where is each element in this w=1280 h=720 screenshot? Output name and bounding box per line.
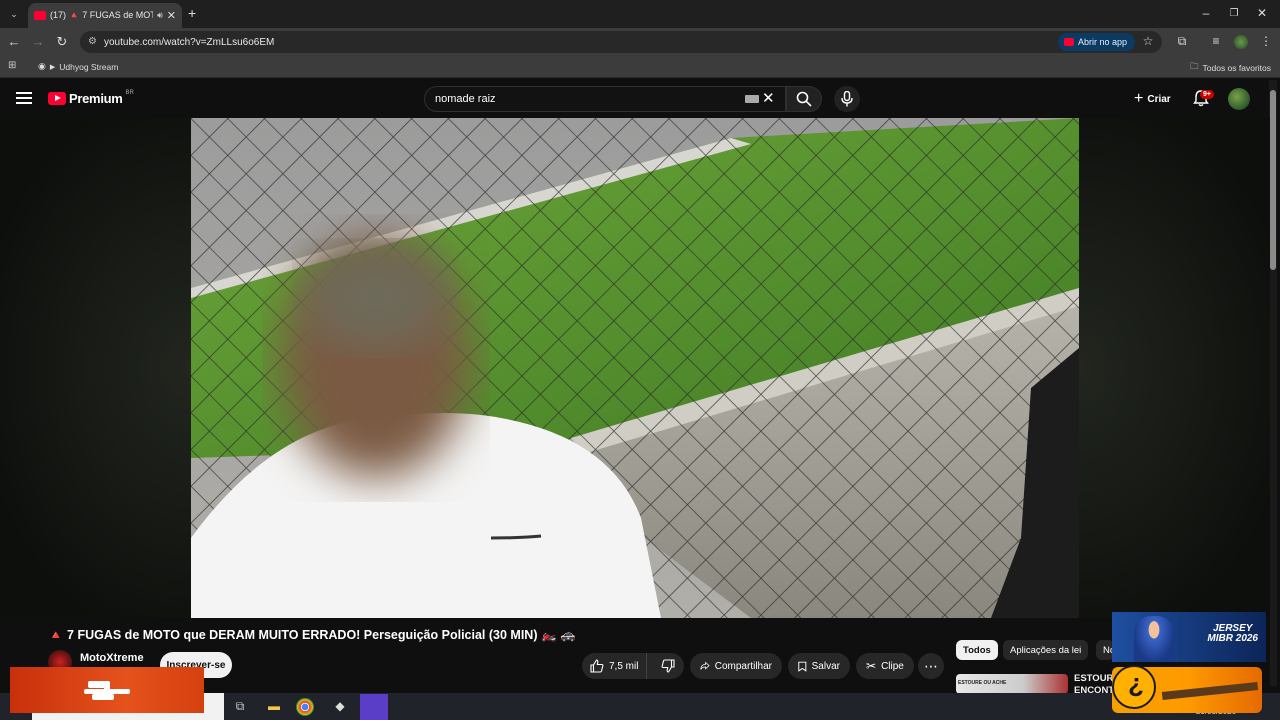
thumbnail-text: ESTOURE OU ACHE xyxy=(958,680,1007,686)
chip-aplicacoes-da-lei[interactable]: Aplicações da lei xyxy=(1003,640,1089,660)
back-icon[interactable]: ← xyxy=(6,34,22,49)
tab-search-icon[interactable]: ⌄ xyxy=(6,6,22,22)
all-bookmarks-label: Todos os favoritos xyxy=(1202,63,1272,73)
question-mark-icon xyxy=(1112,665,1156,709)
restore-button[interactable]: ❐ xyxy=(1224,8,1244,19)
save-label: Salvar xyxy=(811,660,840,672)
voice-search-button[interactable] xyxy=(834,86,860,112)
dislike-button[interactable] xyxy=(652,659,684,673)
bookmark-label: Udhyog Stream xyxy=(59,61,119,72)
bookmark-icon xyxy=(798,661,807,672)
media-control-icon[interactable]: ≡ xyxy=(1208,34,1224,48)
share-icon xyxy=(700,661,710,670)
audio-playing-icon[interactable]: 🔊︎ xyxy=(157,10,163,21)
overlay-logo-icon xyxy=(84,681,130,700)
bookmarks-bar xyxy=(0,56,1280,78)
plus-icon: + xyxy=(1134,90,1144,107)
page-scrollbar-thumb[interactable] xyxy=(1270,90,1276,270)
ad-text: JERSEY MIBR 2026 xyxy=(1207,624,1258,644)
like-count: 7,5 mil xyxy=(609,660,639,672)
ambient-glow-left xyxy=(0,118,191,618)
search-icon xyxy=(796,91,812,107)
search-input[interactable]: nomade raiz xyxy=(424,86,786,112)
more-dots-icon: ⋯ xyxy=(924,657,938,674)
country-code: BR xyxy=(125,89,134,96)
folder-icon: 🗀︎ xyxy=(1190,61,1199,71)
close-window-button[interactable]: ✕ xyxy=(1252,6,1272,20)
overlay-ad-banner[interactable]: JERSEY MIBR 2026 xyxy=(1112,612,1266,662)
site-info-icon[interactable]: ⚙︎ xyxy=(88,36,97,47)
address-bar[interactable]: ⚙︎ youtube.com/watch?v=ZmLLsu6o6EM xyxy=(80,31,1162,53)
ambient-glow-right xyxy=(1079,118,1270,618)
clear-search-icon[interactable]: ✕ xyxy=(762,89,775,107)
chrome-app-icon[interactable] xyxy=(296,698,314,716)
app-gem-icon[interactable]: ◆ xyxy=(330,696,350,716)
extensions-icon[interactable]: ⧉ xyxy=(1174,34,1190,49)
logo-text: Premium xyxy=(69,91,123,106)
tab-close-icon[interactable]: ✕ xyxy=(167,9,176,22)
keyboard-icon[interactable] xyxy=(745,95,759,103)
ad-line2: MIBR 2026 xyxy=(1207,633,1258,644)
url-text: youtube.com/watch?v=ZmLLsu6o6EM xyxy=(104,36,275,48)
reload-icon[interactable]: ↻ xyxy=(54,34,70,50)
rifle-graphic-icon xyxy=(1161,682,1259,700)
forward-icon[interactable]: → xyxy=(30,34,46,49)
active-app-icon[interactable] xyxy=(360,694,388,720)
youtube-app-icon xyxy=(1064,38,1074,46)
all-bookmarks-button[interactable]: 🗀︎ Todos os favoritos xyxy=(1190,61,1271,75)
overlay-orange-panel xyxy=(1112,665,1262,713)
like-dislike-group: 7,5 mil xyxy=(582,653,684,679)
task-view-icon[interactable]: ⧉ xyxy=(230,696,250,716)
thumbs-down-icon xyxy=(661,659,675,673)
guide-menu-icon[interactable] xyxy=(16,92,32,104)
account-avatar[interactable] xyxy=(1228,88,1250,110)
tab-title: (17) 🔺 7 FUGAS de MOTO xyxy=(50,10,154,20)
channel-name[interactable]: MotoXtreme xyxy=(80,652,144,664)
browser-menu-icon[interactable]: ⋮ xyxy=(1258,34,1274,48)
apps-grid-icon[interactable]: ⊞ xyxy=(8,60,16,71)
globe-icon: ◉ xyxy=(38,61,46,71)
notification-badge: 9+ xyxy=(1200,90,1214,99)
microphone-icon xyxy=(841,91,853,107)
clip-label: Clipe xyxy=(881,660,904,672)
search-value: nomade raiz xyxy=(435,93,496,105)
clip-button[interactable]: ✂︎ Clipe xyxy=(856,653,914,679)
youtube-play-icon xyxy=(48,92,66,105)
minimize-button[interactable]: – xyxy=(1196,6,1216,20)
browser-tab-active[interactable]: (17) 🔺 7 FUGAS de MOTO 🔊︎ ✕ xyxy=(28,3,182,28)
thumbs-up-icon xyxy=(590,659,604,673)
new-tab-button[interactable]: + xyxy=(188,5,196,21)
bookmark-star-icon[interactable]: ☆ xyxy=(1140,34,1156,48)
file-explorer-icon[interactable]: ▬ xyxy=(264,696,284,716)
ad-player-figure xyxy=(1134,616,1174,662)
overlay-red-panel xyxy=(10,667,204,713)
open-in-app-button[interactable]: Abrir no app xyxy=(1058,33,1136,51)
more-actions-button[interactable]: ⋯ xyxy=(918,653,944,679)
open-in-app-label: Abrir no app xyxy=(1078,37,1128,47)
create-label: Criar xyxy=(1147,93,1171,105)
search-button[interactable] xyxy=(786,86,822,112)
play-icon: ▶ xyxy=(49,63,56,71)
create-button[interactable]: + Criar xyxy=(1128,88,1177,110)
share-label: Compartilhar xyxy=(714,660,772,672)
scissors-icon: ✂︎ xyxy=(866,659,877,673)
video-frame-image xyxy=(191,118,1079,618)
video-title: 🔺 7 FUGAS de MOTO que DERAM MUITO ERRADO… xyxy=(48,628,576,642)
share-button[interactable]: Compartilhar xyxy=(690,653,782,679)
bookmark-udhyog[interactable]: ◉ ▶ Udhyog Stream xyxy=(38,61,118,72)
recommended-thumbnail[interactable]: ESTOURE OU ACHE xyxy=(956,674,1068,694)
video-frame[interactable] xyxy=(191,118,1079,618)
save-button[interactable]: Salvar xyxy=(788,653,850,679)
profile-avatar[interactable] xyxy=(1234,35,1248,49)
youtube-favicon-icon xyxy=(34,11,46,20)
like-button[interactable]: 7,5 mil xyxy=(582,653,647,679)
youtube-premium-logo[interactable]: Premium BR xyxy=(48,89,134,106)
chip-todos[interactable]: Todos xyxy=(956,640,998,660)
